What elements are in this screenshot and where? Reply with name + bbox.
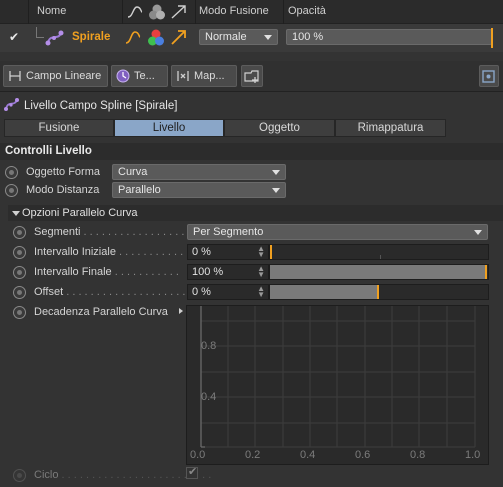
slider-handle[interactable] [270,245,272,259]
y-tick-label: 0.8 [201,340,217,352]
distance-mode-label: Modo Distanza [26,184,100,196]
color-column-icon [149,4,165,20]
end-range-input[interactable]: 100 % ▲ ▼ [187,264,269,280]
end-range-slider[interactable] [269,264,489,280]
falloff-spline-graph[interactable]: 0.8 0.4 0.0 0.2 0.4 0.6 0.8 1.0 [186,305,489,465]
column-blend-mode[interactable]: Modo Fusione [199,5,269,17]
field-tabs-bar: Campo Lineare Te... Map... [0,61,503,91]
folder-add-icon [244,70,259,83]
tab-rimappatura[interactable]: Rimappatura [335,119,446,137]
blend-mode-value: Normale [205,31,247,43]
spline-field-icon [45,30,64,46]
start-range-animate-radio[interactable] [13,246,26,259]
spline-field-title-icon [4,98,19,111]
field-tab-time[interactable]: Te... [111,65,168,87]
tab-livello[interactable]: Livello [114,119,224,137]
end-range-animate-radio[interactable] [13,266,26,279]
offset-input[interactable]: 0 % ▲ ▼ [187,284,269,300]
loop-animate-radio [13,469,26,482]
shape-object-dropdown[interactable]: Curva [112,164,286,180]
field-tab-remap[interactable]: Map... [171,65,237,87]
color-icon[interactable] [146,28,166,48]
segments-animate-radio[interactable] [13,226,26,239]
spline-grid[interactable] [187,306,488,464]
slider-handle[interactable] [485,265,487,279]
chevron-down-icon [272,170,280,175]
remap-icon [177,71,189,81]
add-folder-button[interactable] [241,65,263,87]
tab-fusione[interactable]: Fusione [4,119,114,137]
opacity-field[interactable]: 100 % [286,29,492,45]
section-layer-controls: Controlli Livello [0,143,503,160]
loop-label: Ciclo . . . . . . . . . . . . . . . . . … [34,469,212,481]
column-name[interactable]: Nome [37,5,66,17]
opacity-value: 100 % [292,31,324,43]
layer-name[interactable]: Spirale [72,31,110,43]
x-tick-label: 0.4 [300,449,316,461]
field-tab-linear[interactable]: Campo Lineare [3,65,108,87]
curve-icon[interactable] [124,29,142,47]
chevron-down-icon [474,230,482,235]
shape-object-animate-radio[interactable] [5,166,18,179]
slider-fill [270,265,486,279]
curve-column-icon [127,6,143,18]
offset-slider[interactable] [269,284,489,300]
settings-button[interactable] [479,65,499,87]
y-tick-label: 0.4 [201,391,217,403]
column-opacity[interactable]: Opacità [288,5,326,17]
segments-label: Segmenti . . . . . . . . . . . . . . . .… [34,226,203,238]
check-icon: ✔ [188,466,198,478]
lock-settings-icon [482,70,495,83]
falloff-label: Decadenza Parallelo Curva [34,306,168,318]
expand-arrow-icon[interactable] [179,308,183,314]
distance-mode-animate-radio[interactable] [5,184,18,197]
start-range-input[interactable]: 0 % ▲ ▼ [187,244,269,260]
x-tick-label: 0.6 [355,449,371,461]
stepper-icon[interactable]: ▲ ▼ [257,285,265,299]
stepper-icon[interactable]: ▲ ▼ [257,265,265,279]
stepper-icon[interactable]: ▲ ▼ [257,245,265,259]
attribute-tabs: Fusione Livello Oggetto Rimappatura [4,119,446,137]
x-tick-label: 0.0 [190,449,206,461]
linear-field-icon [9,71,21,81]
end-range-label: Intervallo Finale . . . . . . . . . . . [34,266,179,278]
falloff-animate-radio[interactable] [13,306,26,319]
chevron-down-icon [264,35,272,40]
direction-column-icon [171,5,186,19]
slider-fill [270,285,378,299]
distance-mode-dropdown[interactable]: Parallelo [112,182,286,198]
enabled-check-icon[interactable]: ✔ [9,30,19,44]
segments-dropdown[interactable]: Per Segmento [187,224,488,240]
start-range-slider[interactable] [269,244,489,260]
field-list-header: Nome Modo Fusione Opacità [0,0,503,24]
x-tick-label: 0.8 [410,449,426,461]
layer-title: Livello Campo Spline [Spirale] [24,100,178,112]
chevron-down-icon [272,188,280,193]
field-list-row[interactable]: ✔ Spirale Normale 100 % [0,24,503,52]
x-tick-label: 1.0 [465,449,481,461]
start-range-label: Intervallo Iniziale . . . . . . . . . . … [34,246,184,258]
clock-icon [116,69,130,83]
offset-animate-radio[interactable] [13,286,26,299]
shape-object-label: Oggetto Forma [26,166,100,178]
offset-label: Offset . . . . . . . . . . . . . . . . .… [34,286,210,298]
opacity-marker [491,28,493,48]
section-parallel-options[interactable]: Opzioni Parallelo Curva [8,205,503,221]
x-tick-label: 0.2 [245,449,261,461]
slider-handle[interactable] [377,285,379,299]
loop-checkbox[interactable]: ✔ [186,466,198,479]
direction-icon[interactable] [170,29,188,47]
blend-mode-dropdown[interactable]: Normale [199,29,278,45]
tab-oggetto[interactable]: Oggetto [224,119,335,137]
collapse-triangle-icon[interactable] [12,211,20,216]
